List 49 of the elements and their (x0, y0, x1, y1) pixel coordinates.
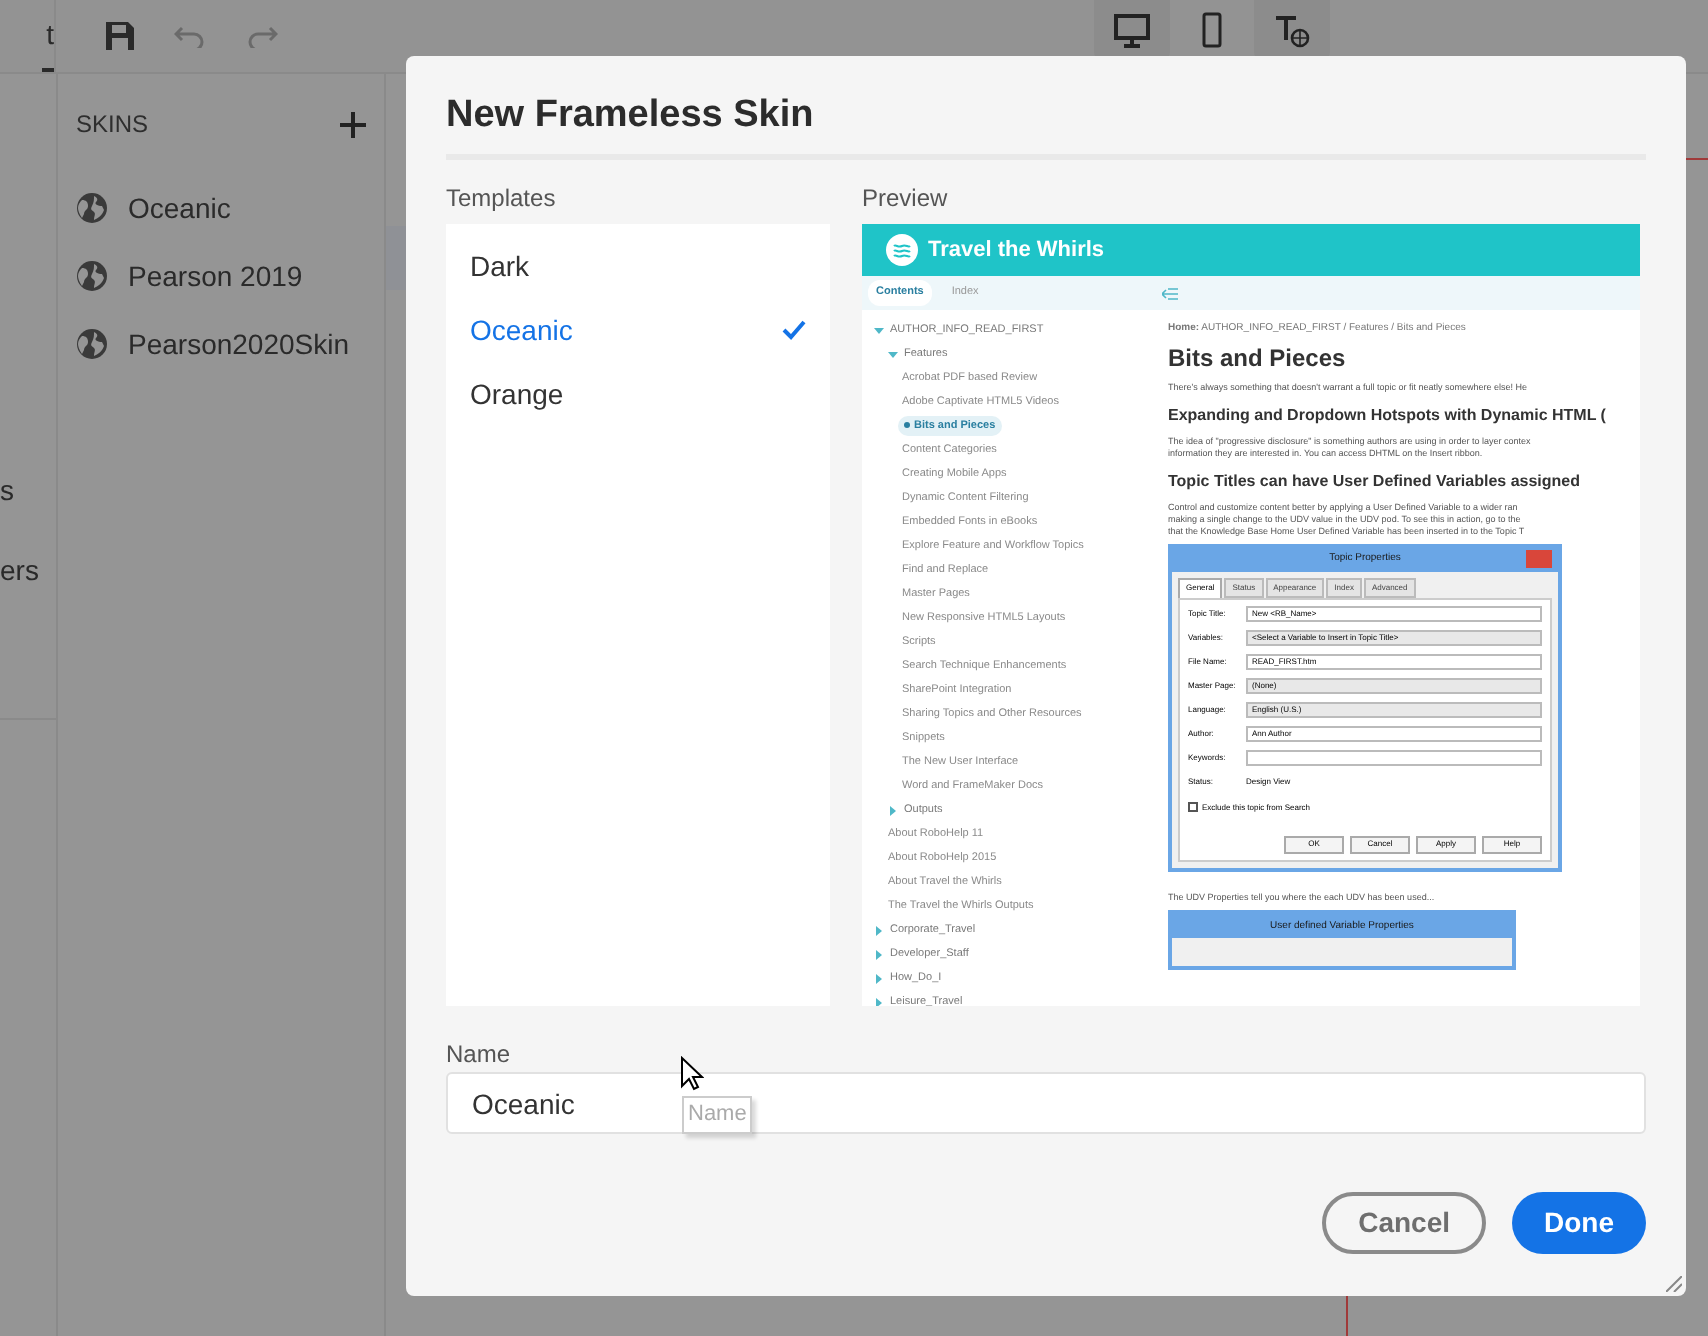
globe-icon (76, 260, 108, 292)
caret-right-icon[interactable] (874, 925, 884, 935)
preview-label: Preview (862, 184, 950, 212)
sidebar-item[interactable]: ers (0, 552, 56, 588)
section-title: SKINS (76, 108, 149, 142)
waves-logo-icon (886, 234, 918, 266)
mouse-pointer-icon (680, 1056, 704, 1092)
checkmark-icon (782, 320, 806, 340)
done-button[interactable]: Done (1512, 1192, 1646, 1254)
collapse-icon[interactable] (1162, 287, 1179, 299)
cancel-button[interactable]: Cancel (1322, 1192, 1486, 1254)
site-title: Travel the Whirls (928, 235, 1105, 266)
dialog-title: New Frameless Skin (446, 94, 814, 136)
caret-right-icon[interactable] (888, 805, 898, 815)
caret-right-icon[interactable] (874, 997, 884, 1006)
template-item[interactable]: Orange (446, 362, 830, 426)
checkbox[interactable] (1188, 802, 1198, 812)
caret-right-icon[interactable] (874, 949, 884, 959)
template-item[interactable]: Oceanic (446, 298, 830, 362)
tooltip: Name (682, 1096, 753, 1133)
globe-icon (76, 328, 108, 360)
undo-icon[interactable] (174, 24, 206, 48)
tab-label[interactable]: t (42, 14, 54, 72)
text-globe-icon (1274, 12, 1310, 48)
caret-down-icon[interactable] (874, 325, 884, 335)
phone-icon (1202, 12, 1222, 48)
resize-grip-icon[interactable] (1666, 1276, 1682, 1292)
skin-item[interactable]: Oceanic (128, 187, 231, 229)
template-item[interactable]: Dark (446, 234, 830, 298)
templates-label: Templates (446, 184, 558, 212)
section-heading: Topic Titles can have User Defined Variables assigned (1168, 471, 1583, 491)
globe-icon (76, 192, 108, 224)
monitor-icon (1114, 13, 1150, 47)
close-icon[interactable] (1526, 549, 1552, 567)
caret-right-icon[interactable] (874, 973, 884, 983)
sidebar-item[interactable]: s (0, 472, 56, 508)
section-heading: Expanding and Dropdown Hotspots with Dynamic HTML ( (1168, 405, 1608, 425)
name-label: Name (446, 1040, 513, 1068)
text-style-button[interactable] (1254, 0, 1330, 60)
add-icon[interactable] (340, 111, 366, 137)
skin-item[interactable]: Pearson 2019 (128, 255, 303, 297)
caret-down-icon[interactable] (888, 349, 898, 359)
text-field[interactable] (1246, 750, 1542, 766)
save-icon[interactable] (106, 22, 134, 50)
skin-item[interactable]: Pearson2020Skin (128, 323, 350, 365)
page-heading: Bits and Pieces (1168, 343, 1348, 371)
bullet-icon (904, 422, 910, 429)
desktop-view-button[interactable] (1094, 0, 1170, 60)
redo-icon[interactable] (246, 24, 278, 48)
